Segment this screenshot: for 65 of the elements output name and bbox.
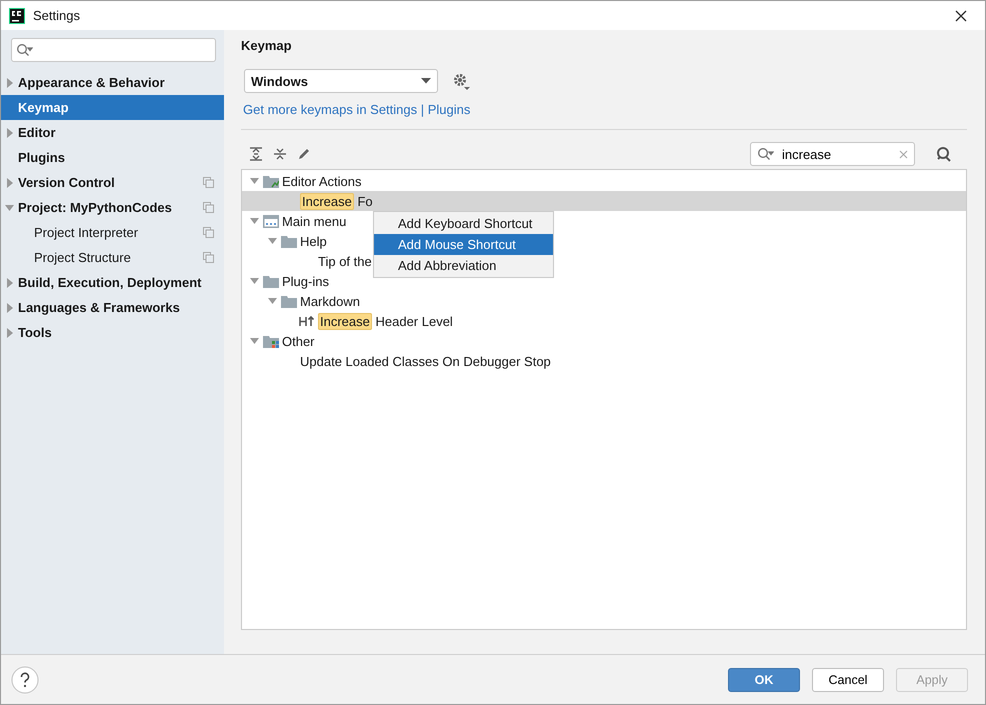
tree-item-label[interactable]: Increase Header Level <box>318 314 453 328</box>
folder-icon <box>281 234 297 248</box>
folder-icon <box>263 174 279 188</box>
collapsed-arrow-icon[interactable] <box>6 78 14 88</box>
sidebar-item[interactable]: Languages & Frameworks <box>1 295 224 320</box>
menu-icon <box>263 214 279 228</box>
sidebar-item[interactable]: Build, Execution, Deployment <box>1 270 224 295</box>
sidebar-item[interactable]: Version Control <box>1 170 224 195</box>
tree-item-label[interactable]: Main menu <box>282 214 346 228</box>
dialog-button[interactable]: OK <box>728 668 800 692</box>
app-logo-icon <box>9 8 25 24</box>
collapsed-arrow-icon[interactable] <box>6 328 14 338</box>
sidebar-item[interactable]: Project Structure <box>1 245 224 270</box>
selected-row[interactable]: Increase Fo <box>242 191 966 211</box>
sidebar-item[interactable]: Keymap <box>1 95 224 120</box>
find-shortcut-icon[interactable] <box>935 146 952 162</box>
menu-item[interactable]: Add Keyboard Shortcut <box>374 213 553 234</box>
header-icon <box>299 314 315 328</box>
dropdown-arrow-icon <box>421 78 431 84</box>
sidebar-item[interactable]: Appearance & Behavior <box>1 70 224 95</box>
collapsed-arrow-icon[interactable] <box>6 178 14 188</box>
expanded-arrow-icon[interactable] <box>268 237 276 245</box>
tree-item-label[interactable]: Update Loaded Classes On Debugger Stop <box>300 354 551 368</box>
tree-item-label[interactable]: Help <box>300 234 327 248</box>
collapse-all-icon[interactable] <box>273 147 287 161</box>
menu-item[interactable]: Add Mouse Shortcut <box>374 234 553 255</box>
section-title: Keymap <box>241 38 293 53</box>
sidebar-item[interactable]: Project Interpreter <box>1 220 224 245</box>
collapsed-arrow-icon[interactable] <box>6 278 14 288</box>
sidebar-item[interactable]: Editor <box>1 120 224 145</box>
close-icon[interactable] <box>955 10 967 22</box>
search-icon <box>16 43 33 57</box>
sidebar-item[interactable]: Tools <box>1 320 224 345</box>
plugins-link[interactable]: Get more keymaps in Settings | Plugins <box>243 102 967 117</box>
folder-icon <box>263 274 279 288</box>
sidebar-item[interactable]: Plugins <box>1 145 224 170</box>
settings-icon[interactable] <box>452 72 470 90</box>
collapsed-arrow-icon[interactable] <box>6 302 14 312</box>
expanded-arrow-icon[interactable] <box>250 337 258 345</box>
expand-all-icon[interactable] <box>249 147 263 161</box>
edit-icon[interactable] <box>297 147 311 161</box>
folder-icon <box>263 334 279 348</box>
filter-field[interactable]: increase <box>750 142 915 166</box>
sidebar-item[interactable]: Project: MyPythonCodes <box>1 195 224 220</box>
search-field[interactable] <box>11 38 216 62</box>
tree-item-label[interactable]: Other <box>282 334 315 348</box>
tree-item-label[interactable]: Plug-ins <box>282 274 329 288</box>
collapsed-arrow-icon[interactable] <box>6 128 14 138</box>
window-title: Settings <box>33 8 80 23</box>
expanded-arrow-icon[interactable] <box>268 297 276 305</box>
expanded-arrow-icon[interactable] <box>250 177 258 185</box>
expanded-arrow-icon[interactable] <box>250 217 258 225</box>
tree-item-label[interactable]: Editor Actions <box>282 174 362 188</box>
expanded-arrow-icon[interactable] <box>250 277 258 285</box>
help-icon[interactable] <box>11 666 39 694</box>
tree-item-label[interactable]: Tip of the <box>318 254 372 268</box>
dialog-button[interactable]: Cancel <box>812 668 884 692</box>
filter-input[interactable]: increase <box>780 146 893 162</box>
search-icon <box>757 147 774 161</box>
keymap-dropdown[interactable]: Windows <box>244 69 438 93</box>
menu-item[interactable]: Add Abbreviation <box>374 255 553 276</box>
folder-icon <box>281 294 297 308</box>
expanded-arrow-icon[interactable] <box>5 204 14 212</box>
clear-icon[interactable] <box>899 150 908 158</box>
tree-item-label[interactable]: Markdown <box>300 294 360 308</box>
